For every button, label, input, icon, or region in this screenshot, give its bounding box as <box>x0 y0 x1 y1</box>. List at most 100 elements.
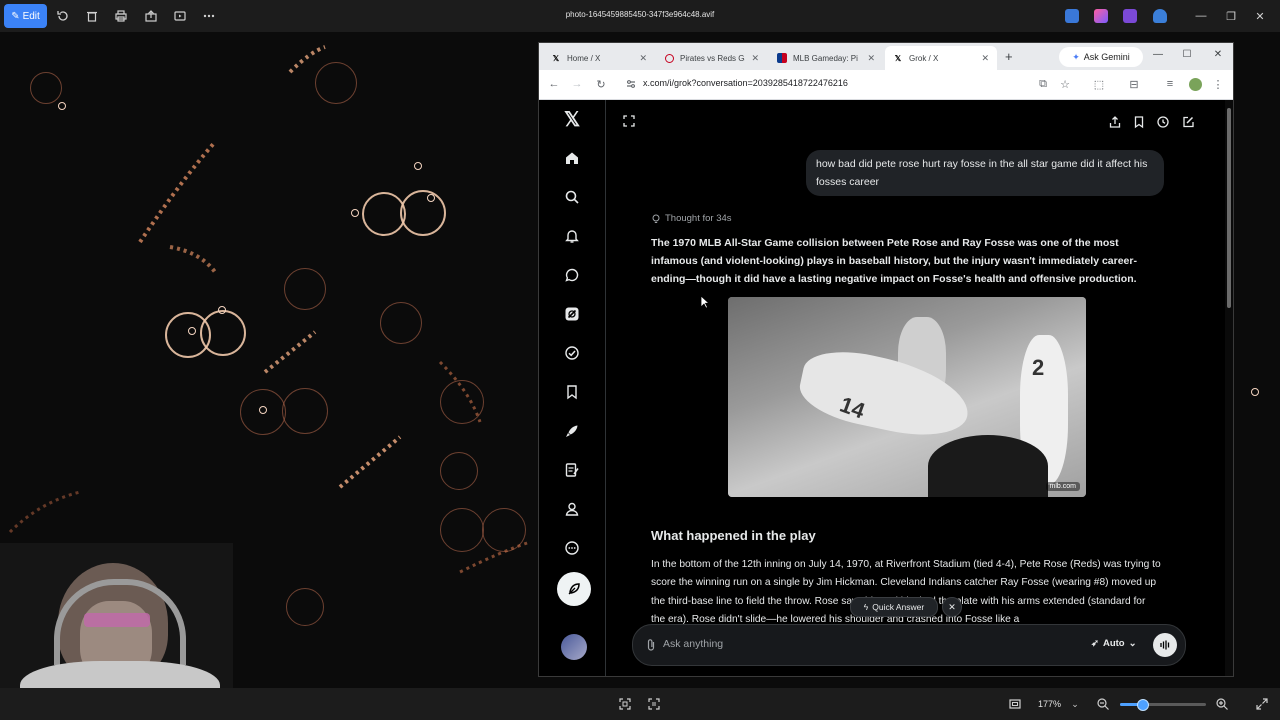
share-icon[interactable] <box>1108 115 1122 129</box>
tab-grok-x[interactable]: 𝕏 Grok / X ✕ <box>885 46 997 70</box>
reds-logo-icon <box>665 53 674 63</box>
voice-waveform-icon <box>1160 640 1170 650</box>
slideshow-icon[interactable] <box>172 8 188 24</box>
edit-label: Edit <box>22 10 40 22</box>
address-bar[interactable]: x.com/i/grok?conversation=20392854187224… <box>643 78 848 88</box>
clipchamp-icon[interactable] <box>1094 9 1108 23</box>
quick-answer-button[interactable]: ϟ Quick Answer <box>850 597 938 617</box>
install-app-icon[interactable]: ⧉ <box>1036 77 1050 91</box>
photo-editor-icon[interactable] <box>1065 9 1079 23</box>
edit-button[interactable]: ✎ Edit <box>4 4 47 28</box>
bookmark-icon[interactable] <box>1132 115 1146 129</box>
back-icon[interactable]: ← <box>547 77 561 91</box>
zoom-in-icon[interactable] <box>1214 696 1230 712</box>
extensions-icon[interactable]: ⬚ <box>1092 77 1106 91</box>
attach-icon[interactable] <box>645 638 657 652</box>
reading-list-icon[interactable]: ≡ <box>1163 77 1177 91</box>
tab-close-icon[interactable]: ✕ <box>867 53 875 64</box>
webcam-overlay <box>0 543 233 688</box>
tab-home-x[interactable]: 𝕏 Home / X ✕ <box>543 46 655 70</box>
bookmark-star-icon[interactable]: ☆ <box>1058 77 1072 91</box>
model-mode-selector[interactable]: ➶ Auto ⌄ <box>1091 638 1137 649</box>
profile-avatar[interactable] <box>1189 78 1202 91</box>
notifications-bell-icon[interactable] <box>563 227 581 245</box>
voice-mode-button[interactable] <box>1153 633 1177 657</box>
x-sidebar-nav: 𝕏 <box>539 100 606 676</box>
chrome-menu-icon[interactable]: ⋮ <box>1211 77 1225 91</box>
close-icon[interactable]: ✕ <box>1252 8 1268 24</box>
zoom-level[interactable]: 177% <box>1038 699 1061 709</box>
section-heading: What happened in the play <box>651 528 816 543</box>
rotate-icon[interactable] <box>55 8 71 24</box>
forward-icon[interactable]: → <box>570 77 584 91</box>
delete-icon[interactable] <box>84 8 100 24</box>
articles-icon[interactable] <box>563 461 581 479</box>
maximize-icon[interactable]: ☐ <box>1180 49 1194 60</box>
ask-input-placeholder[interactable]: Ask anything <box>663 638 723 650</box>
edit-icon: ✎ <box>11 10 20 22</box>
onedrive-icon[interactable] <box>1153 9 1167 23</box>
minimize-icon[interactable]: — <box>1193 8 1209 24</box>
user-message: how bad did pete rose hurt ray fosse in … <box>806 150 1164 196</box>
tab-close-icon[interactable]: ✕ <box>639 53 647 64</box>
tab-pirates-vs-reds[interactable]: Pirates vs Reds Ga ✕ <box>657 46 767 70</box>
print-icon[interactable] <box>113 8 129 24</box>
webcam-person-shirt <box>20 661 220 688</box>
fit-to-window-icon[interactable] <box>1007 696 1023 712</box>
scrollbar-thumb[interactable] <box>1227 108 1231 308</box>
bookmarks-icon[interactable] <box>563 383 581 401</box>
mouse-cursor-icon <box>700 295 710 309</box>
more-menu-icon[interactable] <box>563 539 581 557</box>
bokeh-dot <box>1251 388 1259 396</box>
minimize-icon[interactable]: — <box>1151 49 1165 60</box>
share-icon[interactable] <box>143 8 159 24</box>
response-image[interactable]: 14 2 mlb.com <box>728 297 1086 497</box>
quick-answer-close-icon[interactable]: ✕ <box>942 597 962 617</box>
account-avatar[interactable] <box>561 634 587 660</box>
scan-text-icon[interactable] <box>646 696 662 712</box>
video-editor-icon[interactable] <box>1123 9 1137 23</box>
response-body-paragraph: In the bottom of the 12th inning on July… <box>651 559 1161 625</box>
ask-input-bar[interactable]: Ask anything ➶ Auto ⌄ <box>632 624 1186 666</box>
image-source-label[interactable]: mlb.com <box>1045 482 1080 491</box>
tab-close-icon[interactable]: ✕ <box>751 53 759 64</box>
jersey-number: 2 <box>1032 355 1045 380</box>
reload-icon[interactable]: ↻ <box>594 77 608 91</box>
ask-gemini-button[interactable]: ✦ Ask Gemini <box>1059 47 1143 67</box>
tab-mlb-gameday[interactable]: MLB Gameday: Pi ✕ <box>769 46 883 70</box>
file-name-title: photo-1645459885450-347f3e964c48.avif <box>565 10 715 19</box>
compose-post-button[interactable] <box>557 572 591 606</box>
more-options-icon[interactable] <box>201 8 217 24</box>
mlb-logo-icon <box>777 53 787 63</box>
grok-icon[interactable] <box>563 305 581 323</box>
zoom-slider[interactable] <box>1120 699 1206 711</box>
close-icon[interactable]: ✕ <box>1211 49 1225 60</box>
search-icon[interactable] <box>563 188 581 206</box>
history-icon[interactable] <box>1156 115 1170 129</box>
zoom-dropdown-chevron-icon[interactable]: ⌄ <box>1067 696 1083 712</box>
tab-search-icon[interactable]: ⊟ <box>1127 77 1141 91</box>
grok-conversation: how bad did pete rose hurt ray fosse in … <box>606 100 1216 676</box>
crop-select-icon[interactable] <box>617 696 633 712</box>
verified-check-icon[interactable] <box>563 344 581 362</box>
tab-label: Home / X <box>567 53 601 63</box>
home-icon[interactable] <box>563 149 581 167</box>
expand-icon[interactable] <box>622 114 636 128</box>
zoom-out-icon[interactable] <box>1095 696 1111 712</box>
messages-icon[interactable] <box>563 266 581 284</box>
site-info-icon[interactable] <box>625 78 637 90</box>
new-chat-icon[interactable] <box>1181 115 1195 129</box>
umpire-dark-figure <box>928 435 1048 497</box>
fullscreen-icon[interactable] <box>1254 696 1270 712</box>
rocket-icon[interactable] <box>563 422 581 440</box>
x-logo-icon[interactable]: 𝕏 <box>563 109 581 131</box>
lightning-icon: ϟ <box>863 602 869 612</box>
tab-label: MLB Gameday: Pi <box>793 53 858 63</box>
maximize-icon[interactable]: ❐ <box>1223 8 1239 24</box>
thought-indicator[interactable]: Thought for 34s <box>651 213 732 224</box>
tab-close-icon[interactable]: ✕ <box>981 53 989 64</box>
new-tab-icon[interactable]: + <box>1005 49 1013 64</box>
profile-icon[interactable] <box>563 500 581 518</box>
photos-app-titlebar: ✎ Edit photo-1645459885450-347f3e964c48.… <box>0 0 1280 32</box>
feather-icon <box>568 583 580 595</box>
